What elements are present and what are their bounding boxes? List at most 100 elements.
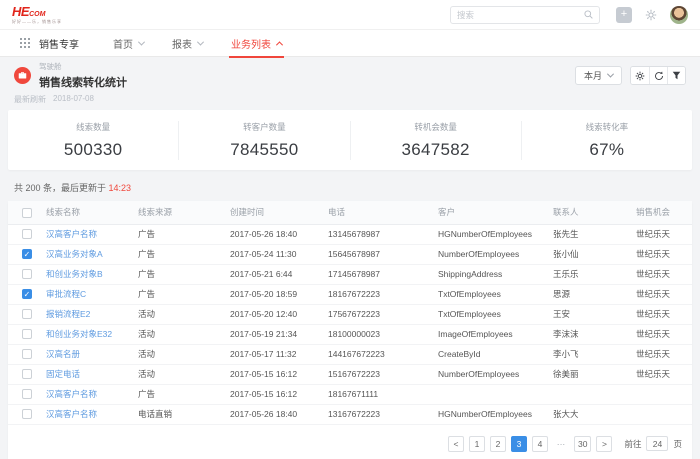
row-checkbox[interactable] xyxy=(22,329,32,339)
customer-cell xyxy=(434,384,549,404)
page-button-3[interactable]: 3 xyxy=(511,436,527,452)
topbar-actions: + xyxy=(450,6,688,24)
lead-source-cell: 活动 xyxy=(134,364,226,384)
select-all-checkbox[interactable] xyxy=(22,208,32,218)
top-bar: HECOM 好好——乐，销售乐享 + xyxy=(0,0,700,30)
phone-cell: 18167671111 xyxy=(324,384,434,404)
lead-name-link[interactable]: 汉高业务对象A xyxy=(46,249,103,259)
contact-cell: 王乐乐 xyxy=(549,264,632,284)
row-checkbox[interactable] xyxy=(22,309,32,319)
row-checkbox-cell: ✓ xyxy=(8,284,42,304)
opportunity-cell: 世纪乐天 xyxy=(632,244,692,264)
prev-page-button[interactable]: < xyxy=(448,436,464,452)
nav-item-首页[interactable]: 首页 xyxy=(113,30,144,57)
row-checkbox-cell xyxy=(8,344,42,364)
phone-cell: 18167672223 xyxy=(324,284,434,304)
lead-name-cell: 和创业务对象B xyxy=(42,264,134,284)
nav-item-报表[interactable]: 报表 xyxy=(172,30,203,57)
row-checkbox[interactable] xyxy=(22,409,32,419)
toolbar-button-group xyxy=(630,66,686,85)
lead-name-link[interactable]: 汉高客户名称 xyxy=(46,389,97,399)
lead-name-link[interactable]: 汉高客户名称 xyxy=(46,409,97,419)
customer-cell: ImageOfEmployees xyxy=(434,324,549,344)
row-checkbox[interactable] xyxy=(22,349,32,359)
row-checkbox[interactable]: ✓ xyxy=(22,289,32,299)
chart-settings-button[interactable] xyxy=(631,67,649,84)
header-actions: 本月 xyxy=(575,66,686,85)
avatar[interactable] xyxy=(670,6,688,24)
customer-cell: NumberOfEmployees xyxy=(434,244,549,264)
global-search[interactable] xyxy=(450,6,600,24)
opportunity-cell: 世纪乐天 xyxy=(632,364,692,384)
breadcrumb-category: 驾驶舱 xyxy=(39,61,575,72)
apps-grid-icon[interactable] xyxy=(20,38,30,48)
pagination: <1234···30>前往页 xyxy=(8,425,692,459)
created-time-cell: 2017-05-26 18:40 xyxy=(226,404,324,424)
table-header-row: 线索名称线索来源创建时间电话客户联系人销售机会 xyxy=(8,201,692,224)
lead-name-link[interactable]: 汉高名册 xyxy=(46,349,80,359)
row-checkbox-cell xyxy=(8,324,42,344)
page-button-4[interactable]: 4 xyxy=(532,436,548,452)
add-button[interactable]: + xyxy=(616,7,632,23)
phone-cell: 15645678987 xyxy=(324,244,434,264)
stat-value: 500330 xyxy=(8,140,178,160)
last-refresh: 最新刷新 2018-07-08 xyxy=(8,91,692,110)
contact-cell: 张大大 xyxy=(549,404,632,424)
row-checkbox[interactable] xyxy=(22,369,32,379)
opportunity-cell: 世纪乐天 xyxy=(632,224,692,244)
row-checkbox[interactable]: ✓ xyxy=(22,249,32,259)
chevron-down-icon xyxy=(607,71,614,78)
next-page-button[interactable]: > xyxy=(596,436,612,452)
table-row: 汉高客户名称广告2017-05-26 18:4013145678987HGNum… xyxy=(8,224,692,244)
row-checkbox[interactable] xyxy=(22,229,32,239)
table-row: ✓审批流程C广告2017-05-20 18:5918167672223TxtOf… xyxy=(8,284,692,304)
created-time-cell: 2017-05-26 18:40 xyxy=(226,224,324,244)
nav-item-业务列表[interactable]: 业务列表 xyxy=(231,30,282,57)
chevron-down-icon xyxy=(138,38,145,45)
phone-cell: 144167672223 xyxy=(324,344,434,364)
filter-button[interactable] xyxy=(667,67,685,84)
lead-name-link[interactable]: 审批流程C xyxy=(46,289,86,299)
created-time-cell: 2017-05-15 16:12 xyxy=(226,384,324,404)
row-checkbox[interactable] xyxy=(22,269,32,279)
summary-time: 14:23 xyxy=(109,183,132,193)
refresh-date: 2018-07-08 xyxy=(53,94,94,105)
lead-name-cell: 汉高客户名称 xyxy=(42,404,134,424)
phone-cell: 13145678987 xyxy=(324,224,434,244)
stat-card: 线索数量500330 xyxy=(8,121,179,160)
page-button-30[interactable]: 30 xyxy=(574,436,591,452)
created-time-cell: 2017-05-19 21:34 xyxy=(226,324,324,344)
leads-table: 线索名称线索来源创建时间电话客户联系人销售机会 汉高客户名称广告2017-05-… xyxy=(8,201,692,425)
phone-cell: 18100000023 xyxy=(324,324,434,344)
search-icon[interactable] xyxy=(584,10,593,19)
contact-cell: 张先生 xyxy=(549,224,632,244)
contact-cell: 李沫沫 xyxy=(549,324,632,344)
period-selector[interactable]: 本月 xyxy=(575,66,622,85)
contact-cell: 思源 xyxy=(549,284,632,304)
lead-source-cell: 广告 xyxy=(134,264,226,284)
refresh-button[interactable] xyxy=(649,67,667,84)
column-header: 线索名称 xyxy=(42,201,134,224)
lead-name-link[interactable]: 和创业务对象B xyxy=(46,269,103,279)
page-suffix-label: 页 xyxy=(673,438,682,450)
lead-name-link[interactable]: 汉高客户名称 xyxy=(46,229,97,239)
lead-name-link[interactable]: 固定电话 xyxy=(46,369,80,379)
contact-cell: 王安 xyxy=(549,304,632,324)
lead-source-cell: 活动 xyxy=(134,304,226,324)
page-button-1[interactable]: 1 xyxy=(469,436,485,452)
opportunity-cell xyxy=(632,404,692,424)
lead-name-link[interactable]: 和创业务对象E32 xyxy=(46,329,112,339)
page-button-2[interactable]: 2 xyxy=(490,436,506,452)
row-checkbox-cell xyxy=(8,304,42,324)
contact-cell xyxy=(549,384,632,404)
lead-name-cell: 汉高客户名称 xyxy=(42,224,134,244)
goto-page-input[interactable] xyxy=(646,436,668,451)
row-checkbox[interactable] xyxy=(22,389,32,399)
created-time-cell: 2017-05-21 6:44 xyxy=(226,264,324,284)
lead-name-cell: 和创业务对象E32 xyxy=(42,324,134,344)
lead-name-link[interactable]: 报销流程E2 xyxy=(46,309,90,319)
search-input[interactable] xyxy=(457,10,584,20)
settings-icon[interactable] xyxy=(645,9,657,21)
contact-cell: 徐美丽 xyxy=(549,364,632,384)
opportunity-cell: 世纪乐天 xyxy=(632,344,692,364)
